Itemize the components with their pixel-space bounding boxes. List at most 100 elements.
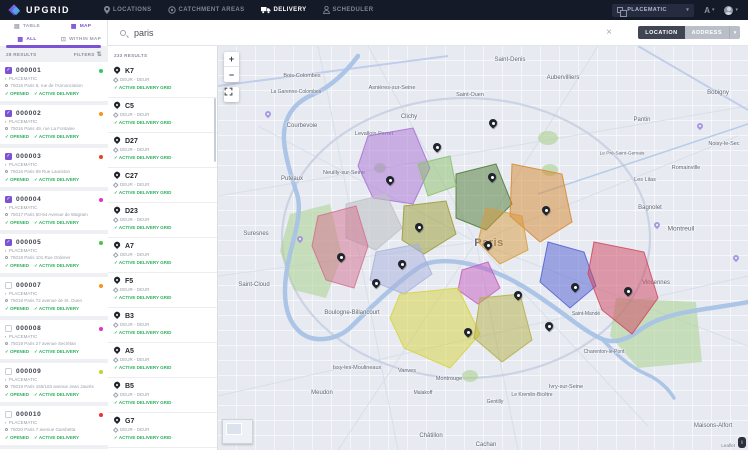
tag-icon (113, 252, 118, 257)
location-address-row: 75016 Paris 8, rue de l'Annonciation (5, 83, 103, 88)
delivery-area-card[interactable]: C5DEUR - DEUR✓ ACTIVE DELIVERY GRID (108, 98, 217, 133)
location-checkbox[interactable]: ✓ (5, 239, 12, 246)
delivery-area-card[interactable]: K7DEUR - DEUR✓ ACTIVE DELIVERY GRID (108, 63, 217, 98)
location-company: PLACEMATIC (9, 76, 37, 81)
avatar (724, 6, 733, 15)
area-card-header: A5 (114, 347, 211, 355)
delivery-area-card[interactable]: F5DEUR - DEUR✓ ACTIVE DELIVERY GRID (108, 273, 217, 308)
zoom-out-button[interactable]: − (224, 67, 239, 82)
pin-icon (5, 84, 8, 87)
chevron-down-icon: ▾ (712, 7, 715, 13)
delivery-area-card[interactable]: G7DEUR - DEUR✓ ACTIVE DELIVERY GRID (108, 413, 217, 448)
location-checkbox[interactable]: ✓ (5, 110, 12, 117)
grid-icon: ▩ (17, 37, 23, 43)
nav-item-delivery[interactable]: DELIVERY (261, 6, 307, 14)
location-address-row: 75019 Paris 27 avenue Secrétan (5, 341, 103, 346)
district-zone[interactable] (540, 242, 596, 308)
location-checkbox[interactable]: ✓ (5, 153, 12, 160)
location-checkbox[interactable] (5, 368, 12, 375)
location-checkbox[interactable] (5, 411, 12, 418)
marker-icon (114, 417, 120, 425)
company-icon: ▪ (5, 120, 6, 124)
mode-dropdown-caret[interactable]: ▼ (729, 26, 740, 39)
district-zone[interactable] (474, 294, 532, 362)
location-card[interactable]: 000009▪PLACEMATIC75019 Paris 155/163 ave… (0, 363, 108, 402)
location-company-row: ▪PLACEMATIC (5, 420, 103, 425)
nav-label: SCHEDULER (333, 7, 374, 13)
areas-scrollbar[interactable] (214, 98, 216, 162)
search-input[interactable] (132, 27, 432, 39)
location-status-dot (99, 155, 103, 159)
district-zone[interactable] (588, 242, 658, 334)
area-card-header: C27 (114, 172, 211, 180)
overview-minimap[interactable] (222, 419, 253, 444)
location-card[interactable]: ✓000004▪PLACEMATIC75017 Paris 50-54 Aven… (0, 191, 108, 230)
nav-item-catchment-areas[interactable]: CATCHMENT AREAS (168, 6, 245, 14)
mode-location-button[interactable]: LOCATION (638, 26, 684, 39)
truck-icon (261, 6, 271, 14)
tag-icon (113, 322, 118, 327)
nav-item-locations[interactable]: LOCATIONS (104, 6, 152, 14)
location-checkbox[interactable]: ✓ (5, 67, 12, 74)
area-service-row: DEUR - DEUR (114, 217, 211, 222)
location-status-dot (99, 413, 103, 417)
workspace-selector[interactable]: PLACEMATIC ▾ (612, 4, 694, 17)
attribution-toggle[interactable]: i (738, 437, 746, 448)
location-status-dot (99, 241, 103, 245)
location-card-header: ✓000004 (5, 195, 103, 203)
pin-icon (5, 127, 8, 130)
status-badge: ✓ ACTIVE DELIVERY (34, 306, 79, 312)
delivery-area-card[interactable]: A5DEUR - DEUR✓ ACTIVE DELIVERY GRID (108, 343, 217, 378)
area-code: B3 (125, 313, 134, 320)
location-company: PLACEMATIC (9, 205, 37, 210)
location-address: 75018 Paris 72 avenue de St. Ouen (11, 298, 83, 303)
area-status: ✓ ACTIVE DELIVERY GRID (114, 330, 211, 336)
chevron-down-icon: ▾ (686, 7, 689, 13)
location-company-row: ▪PLACEMATIC (5, 334, 103, 339)
delivery-area-card[interactable]: A7DEUR - DEUR✓ ACTIVE DELIVERY GRID (108, 238, 217, 273)
location-badges: ✓ OPENED✓ ACTIVE DELIVERY (5, 91, 103, 97)
delivery-area-card[interactable]: D27DEUR - DEUR✓ ACTIVE DELIVERY GRID (108, 133, 217, 168)
map-canvas[interactable]: ParisClichySaint-OuenSaint-DenisAubervil… (218, 46, 748, 450)
location-card[interactable]: ✓000001▪PLACEMATIC75016 Paris 8, rue de … (0, 62, 108, 101)
tab-map[interactable]: ▦ MAP (54, 20, 108, 33)
status-badge: ✓ ACTIVE DELIVERY (34, 134, 79, 140)
location-results-list: ✓000001▪PLACEMATIC75016 Paris 8, rue de … (0, 62, 108, 450)
location-card[interactable]: ✓000002▪PLACEMATIC75016 Paris 49, rue La… (0, 105, 108, 144)
location-card[interactable]: 000008▪PLACEMATIC75019 Paris 27 avenue S… (0, 320, 108, 359)
delivery-area-card[interactable]: B3DEUR - DEUR✓ ACTIVE DELIVERY GRID (108, 308, 217, 343)
location-checkbox[interactable] (5, 282, 12, 289)
fullscreen-button[interactable] (224, 87, 239, 102)
area-code: B5 (125, 383, 134, 390)
delivery-area-card[interactable]: D23DEUR - DEUR✓ ACTIVE DELIVERY GRID (108, 203, 217, 238)
zoom-in-button[interactable]: + (224, 52, 239, 67)
location-card[interactable]: ✓000003▪PLACEMATIC75016 Paris 59 Rue Lau… (0, 148, 108, 187)
location-card[interactable]: ✓000005▪PLACEMATIC75018 Paris 101 Rue Or… (0, 234, 108, 273)
location-checkbox[interactable] (5, 325, 12, 332)
location-card[interactable]: 000010▪PLACEMATIC75020 Paris 7 avenue Ga… (0, 406, 108, 445)
district-zone[interactable] (312, 206, 368, 288)
language-selector[interactable]: A ▾ (704, 6, 714, 15)
map-zoom-control: + − (224, 52, 239, 82)
tag-icon (113, 182, 118, 187)
tab-label: ALL (26, 37, 36, 42)
brand-logo[interactable]: UPGRID (0, 4, 70, 17)
user-menu[interactable]: ▾ (724, 6, 738, 15)
district-zone[interactable] (478, 208, 528, 264)
mode-address-button[interactable]: ADDRESS (685, 26, 729, 39)
filters-button[interactable]: FILTERS ⇅ (74, 51, 102, 58)
area-card-header: C5 (114, 102, 211, 110)
top-navigation-bar: UPGRID LOCATIONS CATCHMENT AREAS DELIVER… (0, 0, 748, 20)
delivery-area-card[interactable]: C27DEUR - DEUR✓ ACTIVE DELIVERY GRID (108, 168, 217, 203)
location-badges: ✓ OPENED✓ ACTIVE DELIVERY (5, 306, 103, 312)
delivery-area-card[interactable]: B5DEUR - DEUR✓ ACTIVE DELIVERY GRID (108, 378, 217, 413)
nav-item-scheduler[interactable]: SCHEDULER (323, 6, 374, 14)
location-card[interactable]: 000007▪PLACEMATIC75018 Paris 72 avenue d… (0, 277, 108, 316)
chevron-down-icon: ▾ (735, 7, 738, 13)
clear-search-icon[interactable]: × (606, 28, 612, 38)
location-address-row: 75018 Paris 72 avenue de St. Ouen (5, 298, 103, 303)
location-checkbox[interactable]: ✓ (5, 196, 12, 203)
nav-label: LOCATIONS (113, 7, 152, 13)
map-attribution: Leaflet (721, 443, 735, 448)
tab-table[interactable]: ▤ TABLE (0, 20, 54, 33)
